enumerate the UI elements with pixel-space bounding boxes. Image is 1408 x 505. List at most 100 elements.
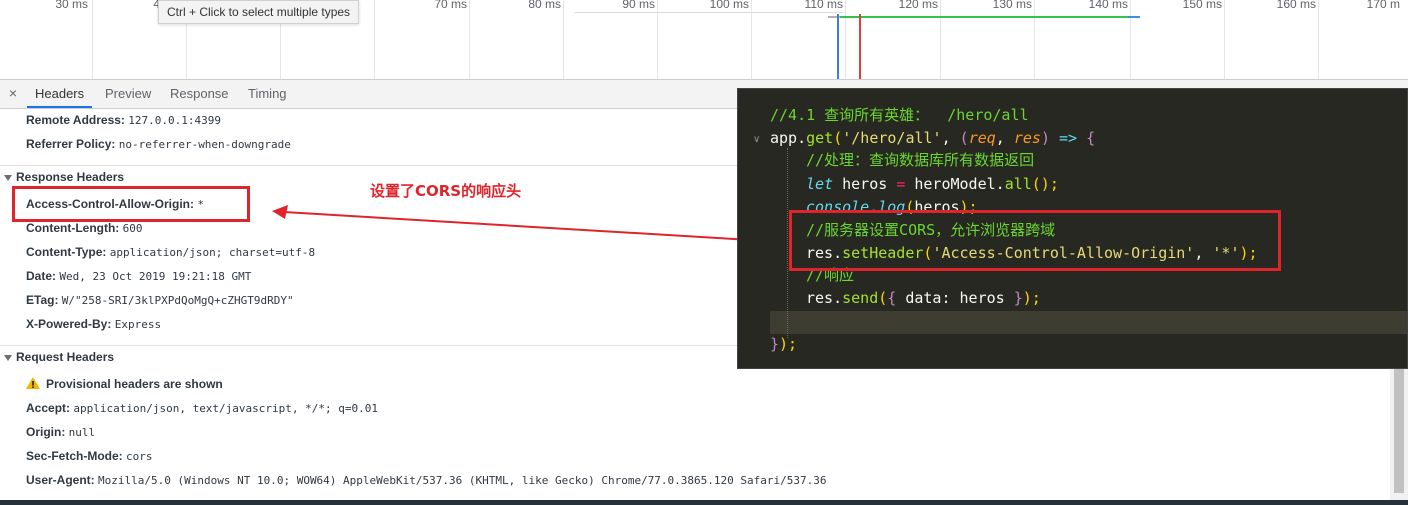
code-line-1: //4.1 查询所有英雄： /hero/all <box>770 104 1407 127</box>
header-value: W/"258-SRI/3klPXPdQoMgQ+cZHGT9dRDY" <box>61 294 294 307</box>
response-header-row: Date: Wed, 23 Oct 2019 19:21:18 GMT <box>26 269 251 283</box>
code-comment: //4.1 查询所有英雄： /hero/all <box>770 106 1029 124</box>
tick-label: 140 ms <box>1088 0 1128 11</box>
code-token: , <box>941 129 960 147</box>
code-token: ); <box>1022 289 1041 307</box>
header-value: 600 <box>122 222 143 235</box>
code-token: all <box>1004 175 1032 193</box>
tick-label: 4 <box>153 0 160 11</box>
header-value: null <box>68 426 96 439</box>
code-comment: //处理：查询数据库所有数据返回 <box>806 151 1035 169</box>
code-token: heros <box>833 175 897 193</box>
header-key: Referrer Policy: <box>26 137 116 151</box>
fold-chevron-icon: ∨ <box>753 134 761 145</box>
tab-response[interactable]: Response <box>162 80 237 108</box>
tick-label: 130 ms <box>992 0 1032 11</box>
close-icon[interactable]: × <box>5 85 21 101</box>
response-header-row: X-Powered-By: Express <box>26 317 161 331</box>
tab-headers[interactable]: Headers <box>27 80 93 108</box>
warning-icon <box>26 377 40 389</box>
network-timeline[interactable]: 30 ms 4 70 ms 80 ms 90 ms 100 ms 110 ms … <box>0 0 1408 80</box>
request-header-row: Accept: application/json, text/javascrip… <box>26 401 378 415</box>
tick-label: 160 ms <box>1276 0 1316 11</box>
code-token: (); <box>1031 175 1059 193</box>
code-token: ( <box>878 289 888 307</box>
code-token: => <box>1049 129 1087 147</box>
tick-label: 100 ms <box>709 0 749 11</box>
tooltip: Ctrl + Click to select multiple types <box>158 0 360 24</box>
response-header-row: Content-Length: 600 <box>26 221 143 235</box>
tab-preview[interactable]: Preview <box>97 80 159 108</box>
code-token: ) <box>1040 129 1050 147</box>
code-line-3: //处理：查询数据库所有数据返回 <box>806 149 1407 172</box>
current-line-highlight <box>770 311 1407 334</box>
header-value: Mozilla/5.0 (Windows NT 10.0; WOW64) App… <box>98 474 827 487</box>
header-value: Express <box>114 318 162 331</box>
header-key: Remote Address: <box>26 113 125 127</box>
code-token: . <box>833 289 843 307</box>
header-key: User-Agent: <box>26 473 95 487</box>
code-editor-snippet: ∨ //4.1 查询所有英雄： /hero/all app.get('/hero… <box>737 88 1408 369</box>
annotation-label: 设置了CORS的响应头 <box>370 182 522 200</box>
warning-text: Provisional headers are shown <box>46 377 223 391</box>
highlight-box-code <box>789 210 1281 271</box>
code-token: . <box>995 175 1005 193</box>
tick-label: 80 ms <box>528 0 561 11</box>
code-token: ( <box>833 129 843 147</box>
header-key: Origin: <box>26 425 66 439</box>
code-line-4: let heros = heroModel.all(); <box>806 173 1407 196</box>
tick-label: 110 ms <box>804 0 843 11</box>
tick-label: 150 ms <box>1182 0 1222 11</box>
timeline-gridline <box>940 0 941 79</box>
code-token: ); <box>779 335 798 353</box>
waterfall-download-bar[interactable] <box>1128 16 1140 18</box>
code-token: send <box>842 289 879 307</box>
code-token: } <box>1004 289 1023 307</box>
header-value: Wed, 23 Oct 2019 19:21:18 GMT <box>59 270 252 283</box>
code-line-9: res.send({ data: heros }); <box>806 287 1407 310</box>
timeline-gridline <box>469 0 470 79</box>
header-value: no-referrer-when-downgrade <box>118 138 291 151</box>
timeline-gridline <box>374 0 375 79</box>
code-token: res <box>1013 129 1041 147</box>
general-row-remote-address: Remote Address: 127.0.0.1:4399 <box>26 113 221 127</box>
timeline-gridline <box>845 0 846 79</box>
header-key: Date: <box>26 269 57 283</box>
code-token: '/hero/all' <box>842 129 942 147</box>
section-title[interactable]: Response Headers <box>16 170 124 184</box>
header-key: ETag: <box>26 293 59 307</box>
code-token: let <box>806 175 834 193</box>
code-token: heroModel <box>905 175 996 193</box>
header-key: Content-Type: <box>26 245 107 259</box>
timeline-gridline <box>1130 0 1131 79</box>
code-token: app <box>770 129 798 147</box>
timeline-gridline <box>1318 0 1319 79</box>
header-key: Sec-Fetch-Mode: <box>26 449 123 463</box>
bottom-edge <box>0 500 1408 505</box>
header-value: application/json, text/javascript, */*; … <box>73 402 378 415</box>
expand-triangle-icon[interactable] <box>4 175 12 181</box>
code-token: data <box>905 289 942 307</box>
annotation-arrow-icon <box>272 205 785 243</box>
highlight-box-response-header <box>12 186 250 222</box>
header-key: Content-Length: <box>26 221 120 235</box>
tick-label: 90 ms <box>622 0 655 11</box>
section-title[interactable]: Request Headers <box>16 350 114 364</box>
tab-timing[interactable]: Timing <box>240 80 295 108</box>
header-key: X-Powered-By: <box>26 317 112 331</box>
timeline-gridline <box>563 0 564 79</box>
code-token: = <box>896 175 906 193</box>
waterfall-waiting-bar[interactable] <box>840 16 1128 18</box>
code-token: . <box>797 129 807 147</box>
load-event-line <box>859 14 861 79</box>
tick-label: 120 ms <box>898 0 938 11</box>
waterfall-track <box>575 12 843 13</box>
timeline-gridline <box>1034 0 1035 79</box>
code-line-11: }); <box>770 333 1407 356</box>
request-header-row: Sec-Fetch-Mode: cors <box>26 449 153 463</box>
header-value: 127.0.0.1:4399 <box>128 114 221 127</box>
tick-label: 30 ms <box>55 0 88 11</box>
tick-label: 70 ms <box>434 0 467 11</box>
general-row-referrer-policy: Referrer Policy: no-referrer-when-downgr… <box>26 137 291 151</box>
expand-triangle-icon[interactable] <box>4 355 12 361</box>
